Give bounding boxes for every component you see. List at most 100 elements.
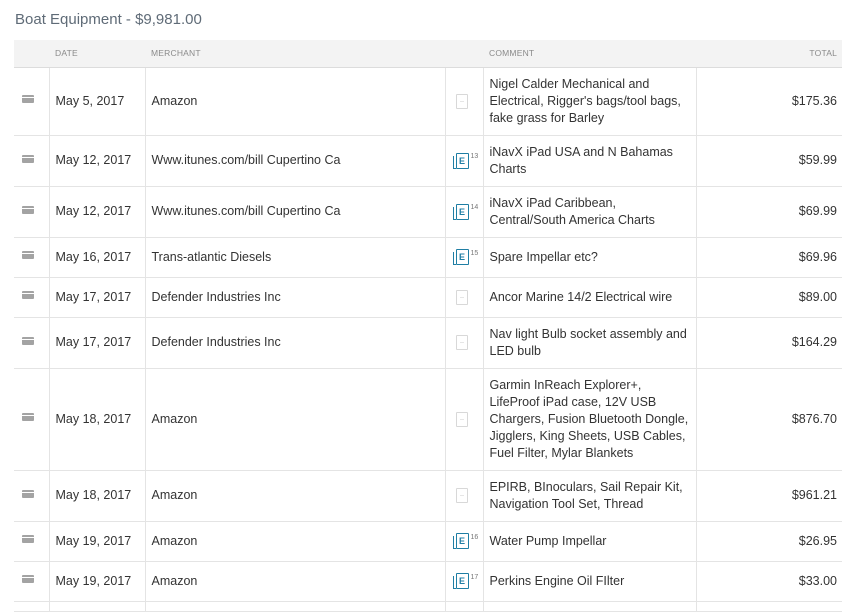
- receipt-cell: E 13: [445, 135, 484, 187]
- card-cell: [14, 561, 50, 602]
- e-receipt-icon[interactable]: E: [452, 152, 469, 169]
- report-title: Boat Equipment - $9,981.00: [15, 11, 202, 28]
- credit-card-icon: [22, 291, 34, 300]
- merchant-cell: Defender Industries Inc: [145, 317, 446, 369]
- receipt-number: 13: [470, 153, 479, 160]
- e-receipt-icon[interactable]: E: [452, 249, 469, 266]
- merchant-cell: Defender Industries Inc: [145, 277, 446, 318]
- card-cell: [14, 237, 50, 278]
- header-card: [14, 40, 49, 68]
- table-row[interactable]: May 5, 2017 Amazon Nigel Calder Mechanic…: [14, 67, 842, 136]
- table-row[interactable]: May 19, 2017 Amazon E 16 Water Pump Impel…: [14, 521, 842, 562]
- merchant-cell: Www.itunes.com/bill Cupertino Ca: [145, 135, 446, 187]
- comment-cell: Garmin InReach Explorer+, LifeProof iPad…: [483, 368, 697, 471]
- table-row[interactable]: May 17, 2017 Defender Industries Inc Anc…: [14, 277, 842, 318]
- merchant-cell: Trans-atlantic Diesels: [145, 237, 446, 278]
- total-cell: $59.99: [696, 135, 842, 187]
- receipt-cell: E 16: [445, 521, 484, 562]
- header-date[interactable]: DATE: [49, 40, 145, 68]
- empty-receipt-icon[interactable]: [455, 289, 468, 305]
- credit-card-icon: [22, 535, 34, 544]
- date-cell: May 19, 2017: [49, 561, 146, 602]
- comment-cell: iNavX iPad USA and N Bahamas Charts: [483, 135, 697, 187]
- table-row[interactable]: May 16, 2017 Trans-atlantic Diesels E 15 …: [14, 237, 842, 278]
- date-cell: May 17, 2017: [49, 277, 146, 318]
- merchant-cell: Amazon: [145, 561, 446, 602]
- credit-card-icon: [22, 336, 34, 345]
- receipt-cell: [445, 317, 484, 369]
- receipt-cell: E 14: [445, 186, 484, 238]
- empty-receipt-icon[interactable]: [455, 411, 468, 427]
- card-cell: [14, 317, 50, 369]
- credit-card-icon: [22, 413, 34, 422]
- merchant-cell: Amazon: [145, 368, 446, 471]
- date-cell: May 18, 2017: [49, 470, 146, 522]
- date-cell: May 5, 2017: [49, 67, 146, 136]
- table-row[interactable]: May 18, 2017 Amazon Garmin InReach Explo…: [14, 368, 842, 471]
- date-cell: May 18, 2017: [49, 368, 146, 471]
- table-header-row: DATE MERCHANT COMMENT TOTAL: [14, 40, 842, 68]
- table-row[interactable]: May 12, 2017 Www.itunes.com/bill Cuperti…: [14, 135, 842, 187]
- receipt-number: 17: [470, 573, 479, 581]
- credit-card-icon: [22, 205, 34, 214]
- total-cell: $69.99: [696, 186, 842, 238]
- date-cell: May 17, 2017: [49, 317, 146, 369]
- comment-cell: Spare Impellar etc?: [483, 237, 697, 278]
- table-row[interactable]: May 19, 2017 Amazon E 17 Perkins Engine O…: [14, 561, 842, 602]
- header-receipt: [445, 40, 483, 68]
- card-cell: [14, 470, 50, 522]
- card-cell: [14, 368, 50, 471]
- header-merchant[interactable]: MERCHANT: [145, 40, 445, 68]
- date-cell: May 12, 2017: [49, 186, 146, 238]
- total-cell: $175.36: [696, 67, 842, 136]
- credit-card-icon: [22, 154, 34, 163]
- merchant-cell: Amazon: [145, 521, 446, 562]
- empty-receipt-icon[interactable]: [455, 488, 468, 504]
- empty-receipt-icon[interactable]: [455, 335, 468, 351]
- merchant-cell: Amazon: [145, 470, 446, 522]
- merchant-cell: Amazon: [145, 67, 446, 136]
- total-cell: $26.95: [696, 521, 842, 562]
- card-cell: [14, 521, 50, 562]
- comment-cell: Water Pump Impellar: [483, 521, 697, 562]
- date-cell: May 12, 2017: [49, 135, 146, 187]
- receipt-cell: [445, 368, 484, 471]
- header-total[interactable]: TOTAL: [696, 40, 842, 68]
- total-cell: $876.70: [696, 368, 842, 471]
- card-cell: [14, 135, 50, 187]
- total-cell: $961.21: [696, 470, 842, 522]
- total-cell: $33.00: [696, 561, 842, 602]
- table-row[interactable]: May 18, 2017 Amazon EPIRB, BInoculars, S…: [14, 470, 842, 522]
- card-cell: [14, 186, 50, 238]
- receipt-cell: [445, 67, 484, 136]
- comment-cell: iNavX iPad Caribbean, Central/South Amer…: [483, 186, 697, 238]
- receipt-cell: [445, 470, 484, 522]
- comment-cell: Nigel Calder Mechanical and Electrical, …: [483, 67, 697, 136]
- e-receipt-icon[interactable]: E: [452, 573, 469, 590]
- comment-cell: Nav light Bulb socket assembly and LED b…: [483, 317, 697, 369]
- receipt-cell: E 15: [445, 237, 484, 278]
- date-cell: May 19, 2017: [49, 521, 146, 562]
- table-row[interactable]: [14, 601, 842, 612]
- table-row[interactable]: May 17, 2017 Defender Industries Inc Nav…: [14, 317, 842, 369]
- e-receipt-icon[interactable]: E: [452, 533, 469, 550]
- receipt-number: 16: [470, 533, 479, 541]
- table-row[interactable]: May 12, 2017 Www.itunes.com/bill Cuperti…: [14, 186, 842, 238]
- card-cell: [14, 67, 50, 136]
- empty-receipt-icon[interactable]: [455, 93, 468, 109]
- total-cell: $69.96: [696, 237, 842, 278]
- total-cell: $89.00: [696, 277, 842, 318]
- expense-table: DATE MERCHANT COMMENT TOTAL May 5, 2017 …: [14, 40, 842, 612]
- comment-cell: EPIRB, BInoculars, Sail Repair Kit, Navi…: [483, 470, 697, 522]
- receipt-number: 14: [470, 204, 479, 211]
- e-receipt-icon[interactable]: E: [452, 203, 469, 220]
- credit-card-icon: [22, 251, 34, 260]
- credit-card-icon: [22, 95, 34, 104]
- merchant-cell: Www.itunes.com/bill Cupertino Ca: [145, 186, 446, 238]
- header-comment[interactable]: COMMENT: [483, 40, 696, 68]
- total-cell: $164.29: [696, 317, 842, 369]
- comment-cell: Perkins Engine Oil FIlter: [483, 561, 697, 602]
- credit-card-icon: [22, 575, 34, 584]
- date-cell: May 16, 2017: [49, 237, 146, 278]
- receipt-cell: E 17: [445, 561, 484, 602]
